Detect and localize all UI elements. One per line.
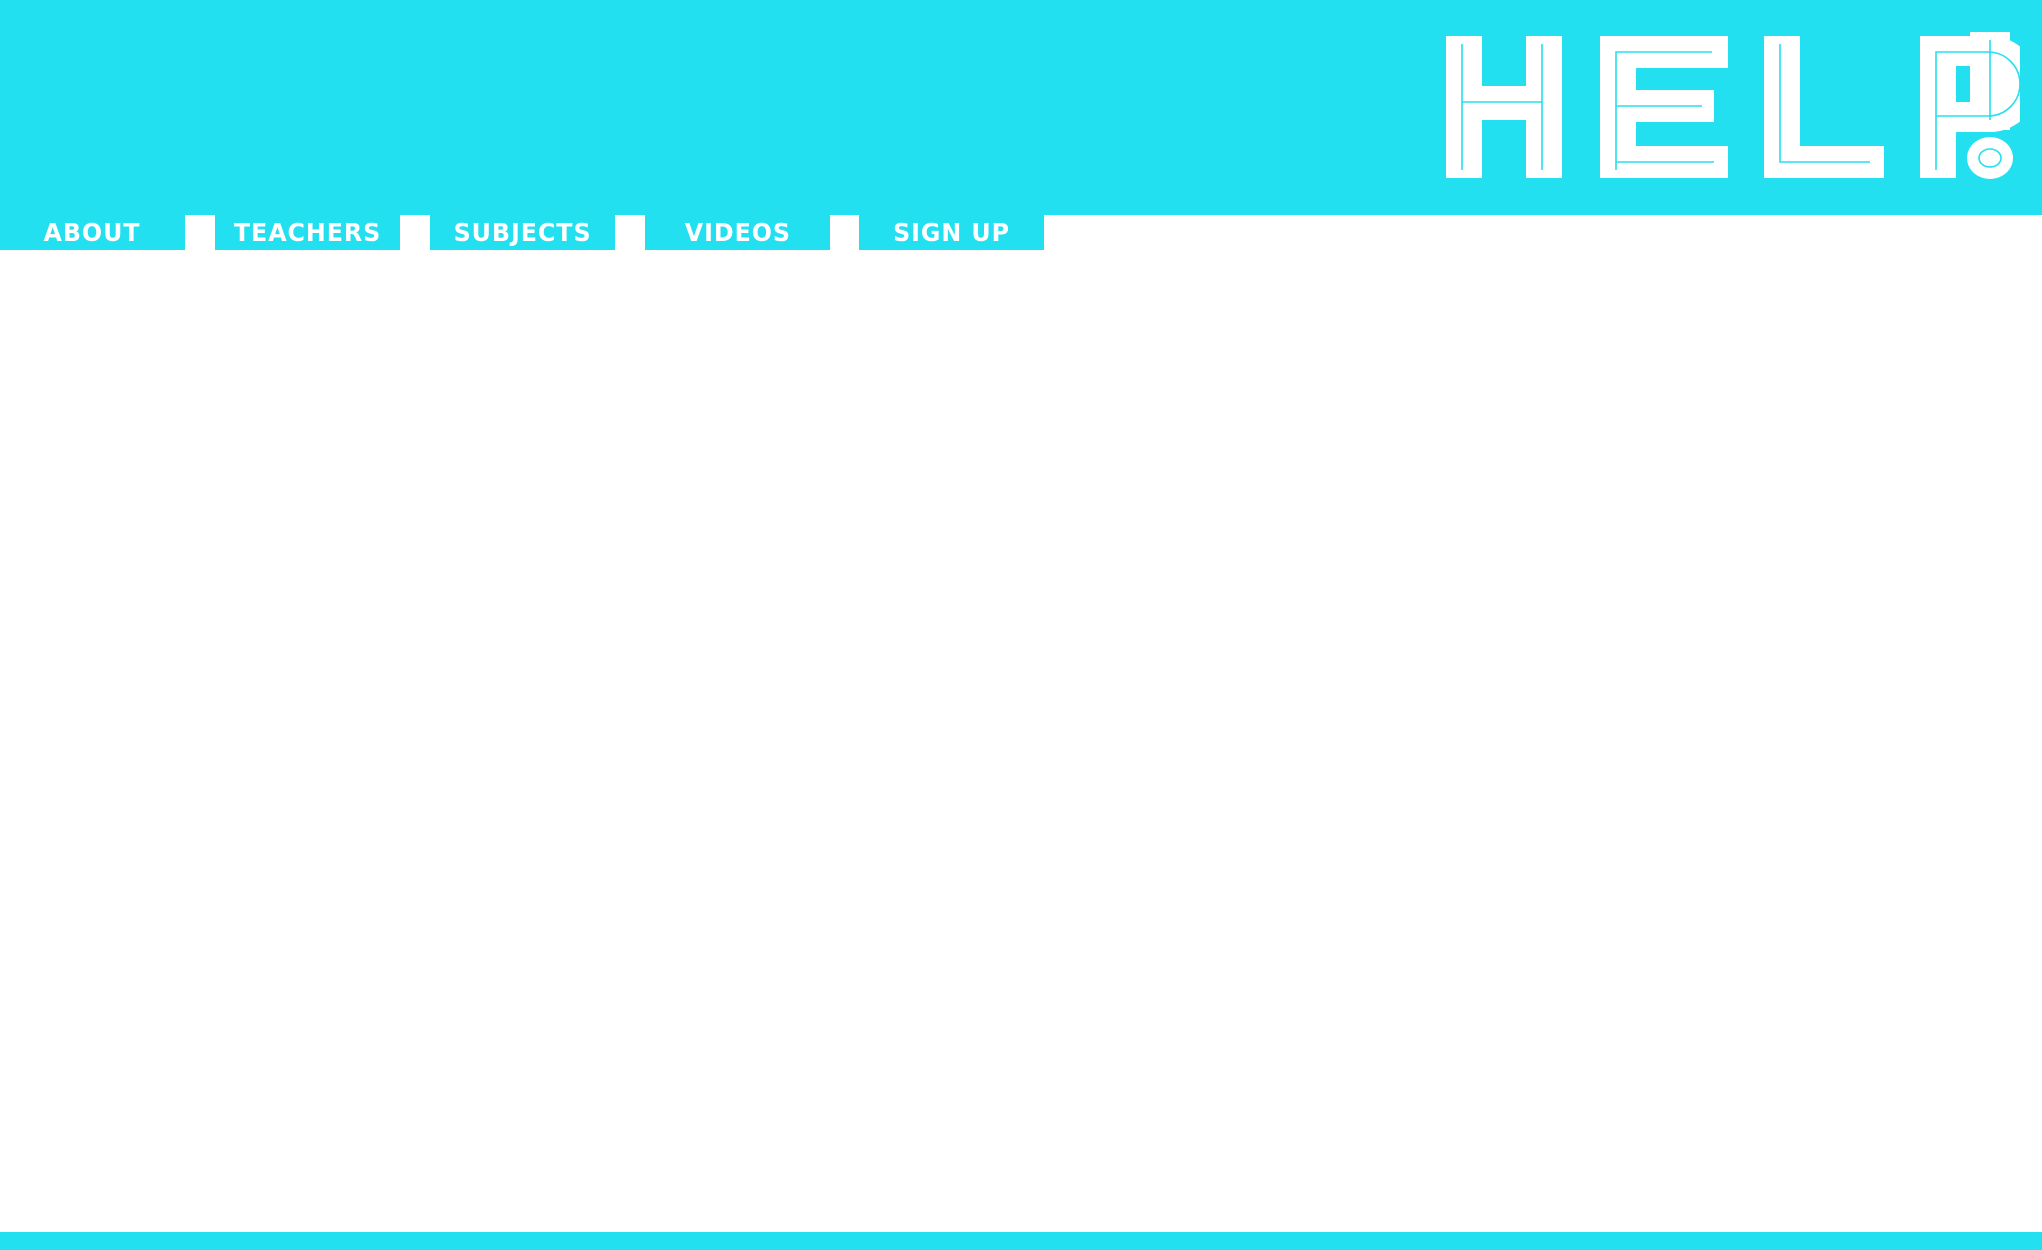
header [0, 0, 2042, 215]
main-nav: ABOUT TEACHERS SUBJECTS VIDEOS SIGN UP [0, 215, 2042, 250]
nav-item-label: SUBJECTS [453, 218, 592, 247]
page: ABOUT TEACHERS SUBJECTS VIDEOS SIGN UP [0, 0, 2042, 1250]
nav-item-teachers[interactable]: TEACHERS [215, 215, 400, 250]
help-logo[interactable] [1440, 30, 2020, 190]
nav-item-label: VIDEOS [684, 218, 791, 247]
footer-bar [0, 1232, 2042, 1250]
nav-item-videos[interactable]: VIDEOS [645, 215, 830, 250]
nav-item-label: ABOUT [44, 218, 141, 247]
nav-item-sign-up[interactable]: SIGN UP [859, 215, 1044, 250]
main-content [0, 250, 2042, 1232]
nav-item-subjects[interactable]: SUBJECTS [430, 215, 615, 250]
nav-item-label: TEACHERS [233, 218, 382, 247]
nav-item-label: SIGN UP [893, 218, 1010, 247]
nav-item-about[interactable]: ABOUT [0, 215, 185, 250]
